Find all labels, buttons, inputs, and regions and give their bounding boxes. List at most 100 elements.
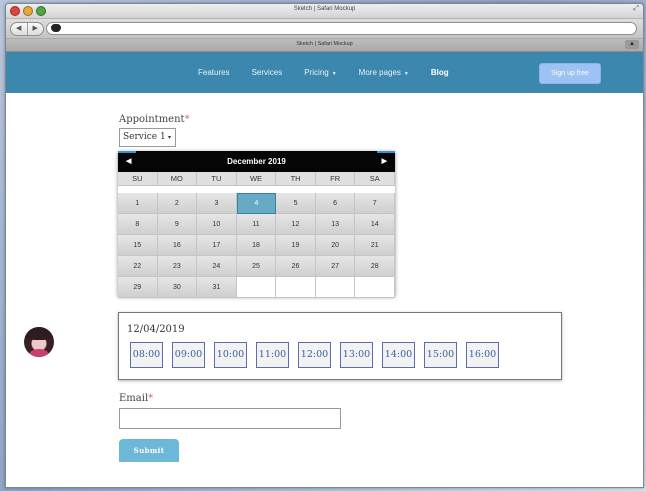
weekday-header: FR bbox=[315, 172, 356, 186]
email-label-text: Email bbox=[119, 393, 149, 404]
weekday-header: WE bbox=[236, 172, 277, 186]
nav-services-label: Services bbox=[251, 68, 283, 77]
fullscreen-icon[interactable]: ⤢ bbox=[633, 5, 639, 13]
calendar-day[interactable]: 22 bbox=[118, 256, 158, 277]
nav-blog-label: Blog bbox=[430, 68, 449, 77]
calendar-header: ◀ December 2019 ▶ bbox=[118, 151, 395, 172]
calendar-day[interactable]: 3 bbox=[197, 193, 237, 214]
calendar-month-title: December 2019 bbox=[227, 157, 286, 166]
site-navbar: Features Services Pricing ▼ More pages ▼ B… bbox=[6, 52, 643, 93]
calendar-day[interactable]: 20 bbox=[315, 235, 356, 256]
nav-more-pages[interactable]: More pages ▼ bbox=[359, 68, 409, 77]
calendar-day[interactable]: 14 bbox=[355, 214, 395, 235]
browser-toolbar: ◀ ▶ bbox=[6, 19, 643, 39]
calendar-day[interactable]: 17 bbox=[197, 235, 237, 256]
submit-button[interactable]: Submit bbox=[119, 439, 179, 462]
calendar-day[interactable]: 28 bbox=[355, 256, 395, 277]
service-select-value: Service 1 bbox=[123, 132, 166, 142]
nav-features[interactable]: Features bbox=[198, 68, 230, 77]
avatar-hair bbox=[24, 327, 54, 340]
window-title: Sketch | Safari Mockup bbox=[293, 6, 356, 12]
calendar-day[interactable]: 26 bbox=[276, 256, 316, 277]
chevron-down-icon: ▼ bbox=[403, 71, 409, 77]
time-slot-button[interactable]: 08:00 bbox=[130, 342, 163, 368]
time-slot-button[interactable]: 11:00 bbox=[256, 342, 289, 368]
weekday-header: TU bbox=[197, 172, 237, 186]
calendar-day[interactable]: 16 bbox=[157, 235, 198, 256]
avatar bbox=[24, 327, 54, 357]
prev-month-button[interactable]: ◀ bbox=[126, 151, 131, 172]
email-field[interactable] bbox=[119, 408, 341, 429]
avatar-shirt bbox=[29, 349, 49, 357]
nav-pricing-label: Pricing bbox=[304, 68, 329, 77]
time-slot-panel: 12/04/2019 08:00 09:00 10:00 11:00 12:00 13:0… bbox=[118, 312, 562, 380]
calendar-day[interactable]: 18 bbox=[236, 235, 277, 256]
calendar-empty-cell bbox=[276, 277, 316, 298]
calendar-day[interactable]: 2 bbox=[157, 193, 198, 214]
calendar-day[interactable]: 8 bbox=[118, 214, 158, 235]
service-select[interactable]: Service 1 ▾ bbox=[119, 128, 176, 147]
date-picker: ◀ December 2019 ▶ SU MO TU WE TH FR SA 1 2 3 4 5 6 7 8… bbox=[118, 151, 395, 298]
next-month-button[interactable]: ▶ bbox=[382, 151, 387, 172]
site-favicon-icon bbox=[51, 24, 61, 32]
weekday-header: SA bbox=[355, 172, 395, 186]
calendar-day[interactable]: 30 bbox=[157, 277, 198, 298]
signup-button[interactable]: Sign up free bbox=[539, 63, 601, 84]
nav-links: Features Services Pricing ▼ More pages ▼ B… bbox=[198, 52, 471, 93]
calendar-day-selected[interactable]: 4 bbox=[236, 193, 277, 214]
calendar-empty-cell bbox=[236, 277, 277, 298]
weekday-header: SU bbox=[118, 172, 158, 186]
address-bar[interactable] bbox=[46, 22, 637, 35]
tab-bar: Sketch | Safari Mockup ▲ bbox=[6, 39, 643, 52]
appointment-label-text: Appointment bbox=[119, 114, 185, 125]
calendar-day[interactable]: 13 bbox=[315, 214, 356, 235]
calendar-day[interactable]: 5 bbox=[276, 193, 316, 214]
calendar-day[interactable]: 10 bbox=[197, 214, 237, 235]
nav-features-label: Features bbox=[198, 68, 230, 77]
calendar-day[interactable]: 21 bbox=[355, 235, 395, 256]
calendar-day[interactable]: 7 bbox=[355, 193, 395, 214]
time-slot-button[interactable]: 15:00 bbox=[424, 342, 457, 368]
calendar-day[interactable]: 19 bbox=[276, 235, 316, 256]
nav-pricing[interactable]: Pricing ▼ bbox=[304, 68, 336, 77]
calendar-day[interactable]: 6 bbox=[315, 193, 356, 214]
active-tab[interactable]: Sketch | Safari Mockup bbox=[6, 41, 643, 47]
time-slot-button[interactable]: 10:00 bbox=[214, 342, 247, 368]
back-button[interactable]: ◀ bbox=[11, 23, 28, 35]
appointment-label: Appointment* bbox=[119, 114, 190, 125]
required-mark: * bbox=[148, 393, 154, 404]
calendar-grid: SU MO TU WE TH FR SA 1 2 3 4 5 6 7 8 9 10 11 12 13 14 15 16 17 1… bbox=[118, 172, 395, 298]
time-slot-button[interactable]: 16:00 bbox=[466, 342, 499, 368]
chevron-down-icon: ▼ bbox=[331, 71, 337, 77]
calendar-day[interactable]: 27 bbox=[315, 256, 356, 277]
calendar-day[interactable]: 24 bbox=[197, 256, 237, 277]
time-slot-button[interactable]: 09:00 bbox=[172, 342, 205, 368]
time-slot-button[interactable]: 13:00 bbox=[340, 342, 373, 368]
chevron-down-icon: ▾ bbox=[167, 134, 171, 141]
window-titlebar: Sketch | Safari Mockup ⤢ bbox=[6, 4, 643, 19]
nav-more-pages-label: More pages bbox=[358, 68, 401, 77]
calendar-day[interactable]: 1 bbox=[118, 193, 158, 214]
selected-date: 12/04/2019 bbox=[127, 324, 185, 335]
time-slot-button[interactable]: 12:00 bbox=[298, 342, 331, 368]
email-label: Email* bbox=[119, 393, 153, 404]
calendar-day[interactable]: 11 bbox=[236, 214, 277, 235]
weekday-header: MO bbox=[157, 172, 198, 186]
weekday-header: TH bbox=[276, 172, 316, 186]
nav-blog[interactable]: Blog bbox=[431, 68, 449, 77]
nav-services[interactable]: Services bbox=[252, 68, 283, 77]
calendar-day[interactable]: 29 bbox=[118, 277, 158, 298]
new-tab-icon[interactable]: ▲ bbox=[625, 40, 639, 49]
calendar-day[interactable]: 15 bbox=[118, 235, 158, 256]
calendar-day[interactable]: 12 bbox=[276, 214, 316, 235]
calendar-day[interactable]: 23 bbox=[157, 256, 198, 277]
calendar-empty-cell bbox=[315, 277, 356, 298]
required-mark: * bbox=[184, 114, 190, 125]
forward-button[interactable]: ▶ bbox=[28, 23, 44, 35]
history-buttons: ◀ ▶ bbox=[10, 22, 44, 36]
time-slot-button[interactable]: 14:00 bbox=[382, 342, 415, 368]
calendar-day[interactable]: 25 bbox=[236, 256, 277, 277]
calendar-day[interactable]: 31 bbox=[197, 277, 237, 298]
calendar-day[interactable]: 9 bbox=[157, 214, 198, 235]
calendar-empty-cell bbox=[355, 277, 395, 298]
